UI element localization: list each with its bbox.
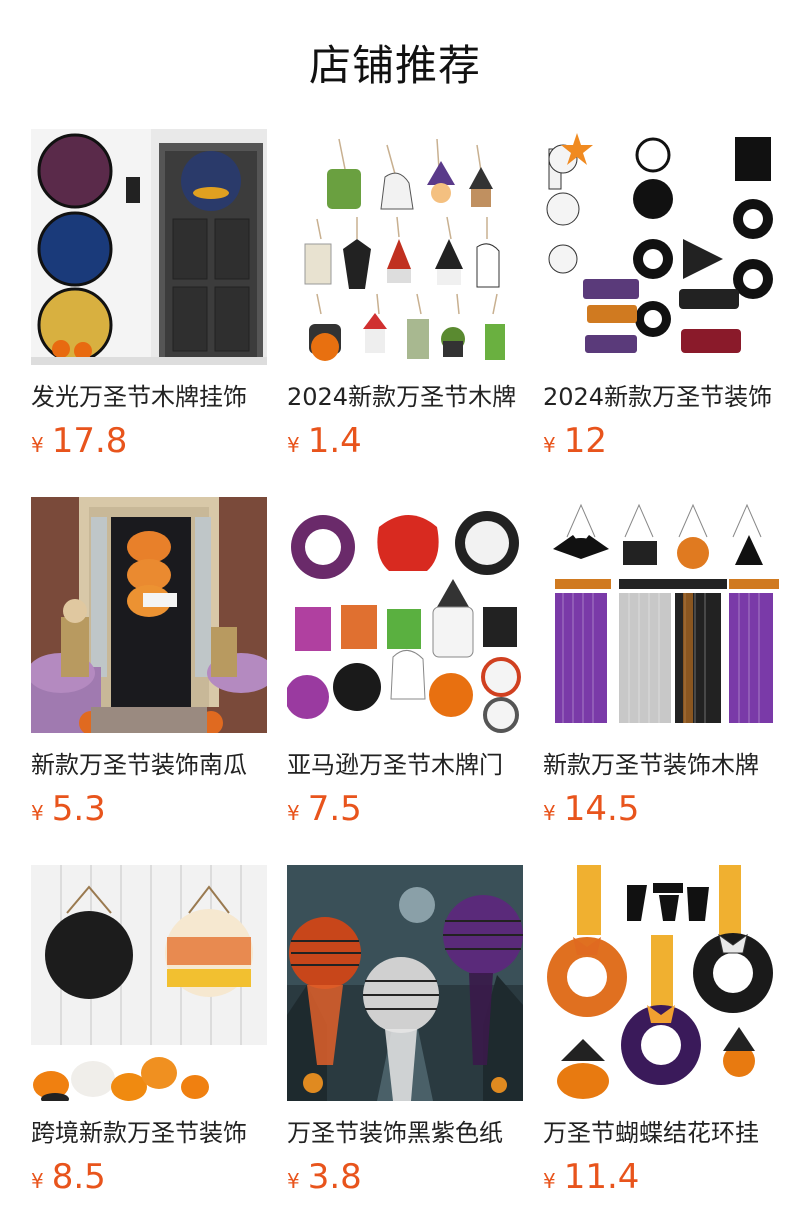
- product-name[interactable]: 新款万圣节装饰木牌: [543, 749, 779, 781]
- product-price: ¥11.4: [543, 1157, 779, 1203]
- currency-symbol: ¥: [31, 1169, 44, 1193]
- price-value: 12: [563, 421, 607, 461]
- price-value: 1.4: [307, 421, 362, 461]
- product-card[interactable]: 新款万圣节装饰木牌 ¥14.5: [543, 497, 779, 865]
- currency-symbol: ¥: [543, 1169, 556, 1193]
- product-name[interactable]: 万圣节蝴蝶结花环挂: [543, 1117, 779, 1149]
- product-price: ¥1.4: [287, 421, 523, 467]
- product-name[interactable]: 跨境新款万圣节装饰: [31, 1117, 267, 1149]
- currency-symbol: ¥: [31, 433, 44, 457]
- product-card[interactable]: 2024新款万圣节木牌 ¥1.4: [287, 129, 523, 497]
- product-card[interactable]: 万圣节装饰黑紫色纸 ¥3.8: [287, 865, 523, 1232]
- store-recommendations-page: 店铺推荐 发光万圣节木牌挂饰 ¥ 17.8 2024新款万圣节木牌 ¥ 1.4 …: [0, 0, 790, 1232]
- product-name[interactable]: 发光万圣节木牌挂饰: [31, 381, 267, 413]
- product-card[interactable]: 跨境新款万圣节装饰 ¥8.5: [31, 865, 267, 1232]
- product-card[interactable]: 亚马逊万圣节木牌门 ¥7.5: [287, 497, 523, 865]
- product-name[interactable]: 2024新款万圣节装饰: [543, 381, 779, 413]
- price-value: 8.5: [51, 1157, 106, 1197]
- currency-symbol: ¥: [287, 1169, 300, 1193]
- price-value: 14.5: [563, 789, 640, 829]
- product-price: ¥17.8: [31, 421, 267, 467]
- product-image[interactable]: [287, 865, 523, 1101]
- product-grid: 发光万圣节木牌挂饰 ¥17.8 2024新款万圣节木牌 ¥ 1.4 2024新款…: [31, 129, 781, 1232]
- product-image[interactable]: [287, 129, 523, 365]
- product-price: ¥8.5: [31, 1157, 267, 1203]
- currency-symbol: ¥: [543, 801, 556, 825]
- product-price: ¥7.5: [287, 789, 523, 835]
- product-image[interactable]: [287, 497, 523, 733]
- product-price: ¥14.5: [543, 789, 779, 835]
- price-value: 5.3: [51, 789, 106, 829]
- product-name[interactable]: 亚马逊万圣节木牌门: [287, 749, 523, 781]
- product-name[interactable]: 万圣节装饰黑紫色纸: [287, 1117, 523, 1149]
- price-value: 7.5: [307, 789, 362, 829]
- currency-symbol: ¥: [31, 801, 44, 825]
- product-card[interactable]: 新款万圣节装饰南瓜 ¥5.3: [31, 497, 267, 865]
- product-price: ¥3.8: [287, 1157, 523, 1203]
- product-price: ¥12: [543, 421, 779, 467]
- product-image[interactable]: [543, 129, 779, 365]
- currency-symbol: ¥: [287, 801, 300, 825]
- product-card[interactable]: 2024新款万圣节装饰 ¥12: [543, 129, 779, 497]
- price-value: 17.8: [51, 421, 128, 461]
- product-image[interactable]: [543, 865, 779, 1101]
- section-title: 店铺推荐: [308, 41, 481, 90]
- product-name[interactable]: 新款万圣节装饰南瓜: [31, 749, 267, 781]
- price-value: 11.4: [563, 1157, 640, 1197]
- price-value: 3.8: [307, 1157, 362, 1197]
- currency-symbol: ¥: [543, 433, 556, 457]
- product-image[interactable]: [31, 129, 267, 365]
- product-card[interactable]: 发光万圣节木牌挂饰 ¥17.8: [31, 129, 267, 497]
- currency-symbol: ¥: [287, 433, 300, 457]
- product-card[interactable]: 万圣节蝴蝶结花环挂 ¥11.4: [543, 865, 779, 1232]
- product-image[interactable]: [31, 497, 267, 733]
- product-image[interactable]: [31, 865, 267, 1101]
- product-image[interactable]: [543, 497, 779, 733]
- product-price: ¥5.3: [31, 789, 267, 835]
- product-name[interactable]: 2024新款万圣节木牌: [287, 381, 523, 413]
